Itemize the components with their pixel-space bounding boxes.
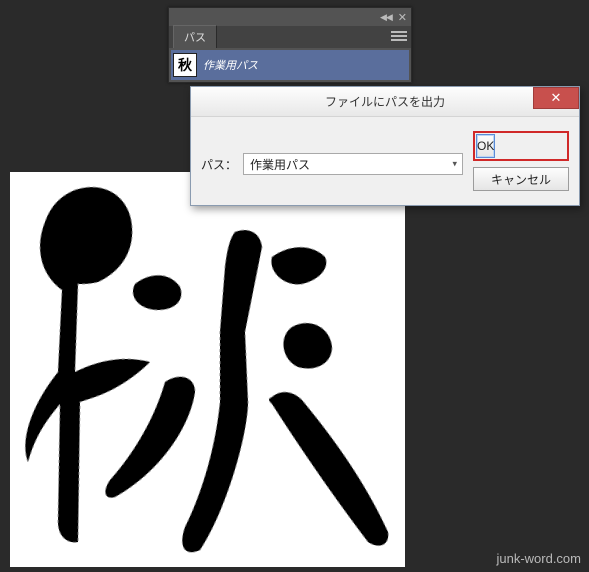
tab-paths[interactable]: パス <box>173 25 217 48</box>
paths-list: 秋 作業用パス <box>169 48 411 82</box>
cancel-button[interactable]: キャンセル <box>473 167 569 191</box>
path-select[interactable] <box>243 153 463 175</box>
dialog-close-button[interactable]: ✕ <box>533 87 579 109</box>
path-item-label: 作業用パス <box>203 57 258 73</box>
dialog-body: パス： ▾ OK キャンセル <box>191 117 579 205</box>
paths-panel: ◀◀ ✕ パス 秋 作業用パス <box>168 7 412 83</box>
path-select-wrap: ▾ <box>243 153 463 175</box>
path-field-row: パス： ▾ <box>201 131 463 191</box>
ok-button[interactable]: OK <box>476 134 495 158</box>
path-field-label: パス： <box>201 156 237 173</box>
image-canvas[interactable] <box>10 172 405 567</box>
dialog-buttons: OK キャンセル <box>473 131 569 191</box>
watermark-text: junk-word.com <box>496 551 581 566</box>
collapse-icon[interactable]: ◀◀ <box>380 12 392 23</box>
dialog-title-bar: ファイルにパスを出力 ✕ <box>191 87 579 117</box>
dialog-title-text: ファイルにパスを出力 <box>325 93 445 110</box>
path-thumbnail: 秋 <box>173 53 197 77</box>
panel-menu-icon[interactable] <box>391 29 407 43</box>
panel-header: ◀◀ ✕ <box>169 8 411 26</box>
close-icon[interactable]: ✕ <box>398 11 407 24</box>
close-x-icon: ✕ <box>551 90 562 106</box>
ok-button-highlight: OK <box>473 131 569 161</box>
panel-tab-row: パス <box>169 26 411 48</box>
export-paths-dialog: ファイルにパスを出力 ✕ パス： ▾ OK キャンセル <box>190 86 580 206</box>
path-item-work[interactable]: 秋 作業用パス <box>171 50 409 80</box>
calligraphy-character <box>10 172 405 567</box>
